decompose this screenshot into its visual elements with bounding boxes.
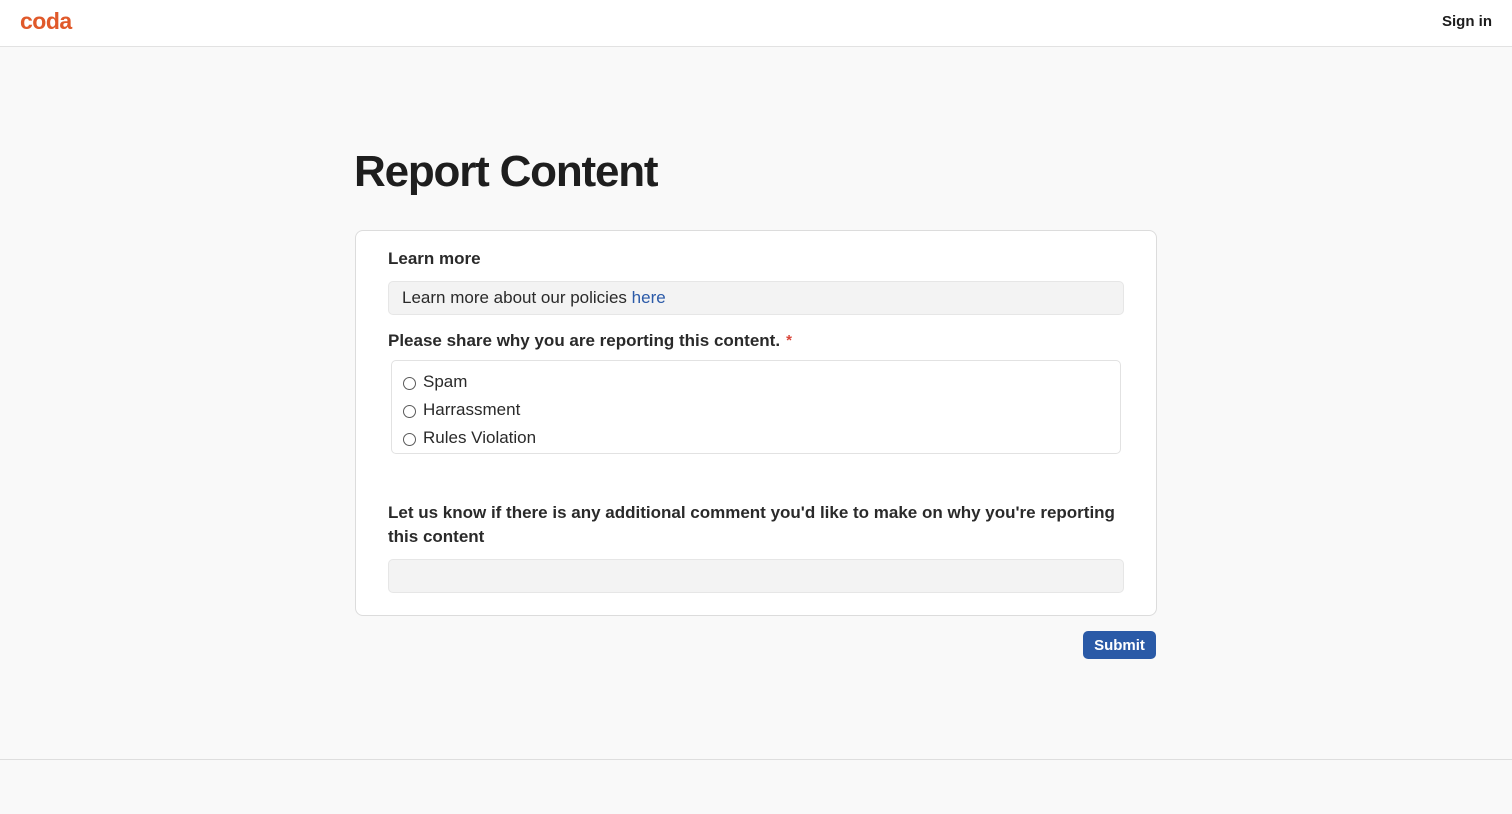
reason-question-label: Please share why you are reporting this … — [388, 331, 781, 350]
radio-option-label: Spam — [423, 372, 468, 391]
policy-link[interactable]: here — [632, 288, 666, 307]
comment-input[interactable] — [388, 559, 1124, 593]
radio-button[interactable] — [403, 432, 416, 446]
radio-option-harrassment[interactable]: Harrassment — [403, 396, 1109, 424]
radio-option-rules-violation[interactable]: Rules Violation — [403, 424, 1109, 452]
radio-option-label: Rules Violation — [423, 428, 537, 447]
top-nav-bar: coda Sign in — [0, 0, 1512, 47]
submit-button[interactable]: Submit — [1083, 631, 1156, 659]
sign-in-link[interactable]: Sign in — [1442, 13, 1492, 30]
policy-info-text: Learn more about our policies — [402, 288, 627, 307]
reason-radio-group: Spam Harrassment Rules Violation — [391, 360, 1121, 454]
policy-info-box: Learn more about our policies here — [388, 281, 1124, 315]
comment-question-label: Let us know if there is any additional c… — [388, 503, 1115, 546]
radio-button[interactable] — [403, 404, 416, 418]
footer-divider — [0, 759, 1512, 760]
required-asterisk: * — [786, 332, 792, 349]
report-form-card: Learn more Learn more about our policies… — [355, 230, 1157, 616]
learn-more-heading: Learn more — [388, 249, 481, 268]
radio-option-label: Harrassment — [423, 400, 521, 419]
coda-logo[interactable]: coda — [20, 8, 72, 35]
radio-option-spam[interactable]: Spam — [403, 368, 1109, 396]
radio-button[interactable] — [403, 376, 416, 390]
page-title: Report Content — [354, 147, 659, 196]
reason-question: Please share why you are reporting this … — [388, 329, 792, 353]
